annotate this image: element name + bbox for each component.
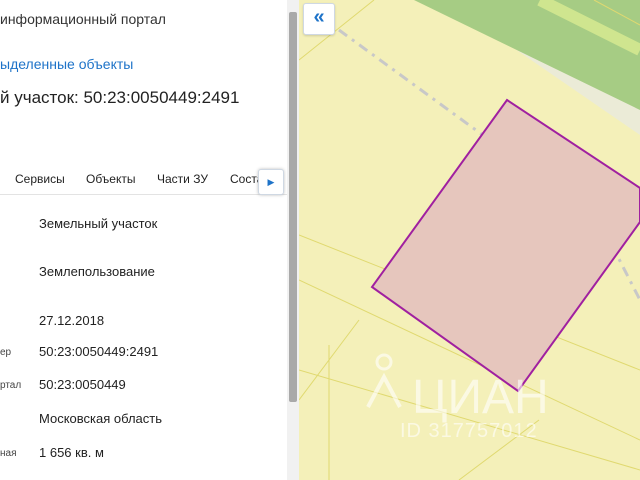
tab-parcel-parts[interactable]: Части ЗУ — [157, 172, 208, 186]
attribute-value-area: 1 656 кв. м — [39, 445, 104, 460]
watermark-text: ЦИАН — [412, 371, 549, 424]
info-panel: информационный портал ыделенные объекты … — [0, 0, 287, 480]
tab-objects[interactable]: Объекты — [86, 172, 136, 186]
attribute-label-quarter: ртал — [0, 380, 22, 391]
page-title: й участок: 50:23:0050449:2491 — [0, 88, 240, 107]
tab-services[interactable]: Сервисы — [15, 172, 65, 186]
selected-objects-link[interactable]: ыделенные объекты — [0, 56, 133, 72]
collapse-panel-button[interactable]: « — [303, 3, 335, 35]
portal-title: информационный портал — [0, 11, 166, 27]
attribute-label-number: ер — [0, 347, 12, 358]
tab-bar: Сервисы Объекты Части ЗУ Соста — [0, 166, 287, 195]
watermark-id: ID 317757012 — [400, 420, 538, 442]
attribute-value-cadastral-number: 50:23:0050449:2491 — [39, 344, 159, 359]
caret-right-icon: ▶ — [267, 177, 275, 187]
scrollbar-thumb[interactable] — [289, 12, 297, 402]
attribute-value-date: 27.12.2018 — [39, 313, 105, 328]
selected-parcel[interactable] — [370, 98, 640, 393]
double-chevron-left-icon: « — [313, 6, 325, 28]
attribute-value-type: Земельный участок — [39, 216, 158, 231]
cian-logo-icon — [366, 353, 402, 408]
attribute-value-cadastral-quarter: 50:23:0050449 — [39, 377, 126, 392]
attribute-value-usage: Землепользование — [39, 264, 155, 279]
attribute-label-area: ная — [0, 448, 17, 459]
tab-scroll-right-button[interactable]: ▶ — [258, 169, 284, 195]
attribute-value-region: Московская область — [39, 411, 163, 426]
